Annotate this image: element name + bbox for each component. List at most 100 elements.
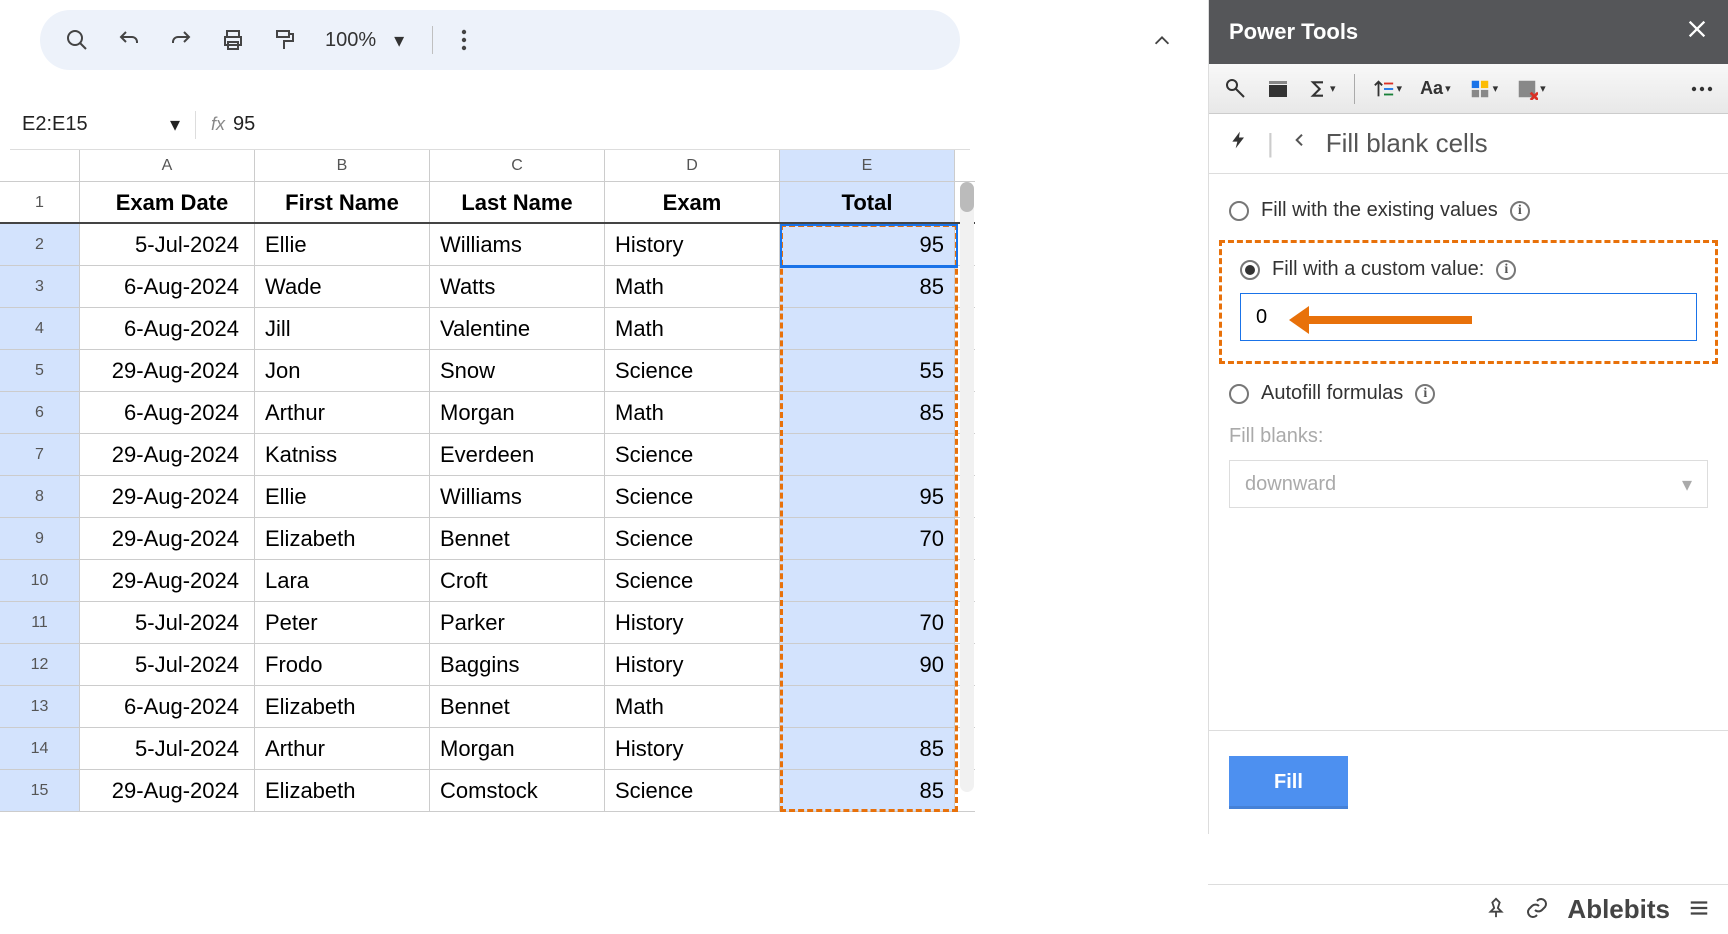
row-header[interactable]: 8 [0,476,80,517]
cell[interactable]: History [605,224,780,265]
row-header[interactable]: 6 [0,392,80,433]
cell[interactable]: Peter [255,602,430,643]
cell[interactable]: 90 [780,644,955,685]
cell[interactable]: History [605,644,780,685]
cell[interactable]: 29-Aug-2024 [80,434,255,475]
cell[interactable]: Everdeen [430,434,605,475]
cell[interactable]: 29-Aug-2024 [80,476,255,517]
cell[interactable]: Williams [430,476,605,517]
cell[interactable]: History [605,728,780,769]
link-icon[interactable] [1525,896,1549,923]
row-header[interactable]: 12 [0,644,80,685]
cell[interactable]: 5-Jul-2024 [80,644,255,685]
cell[interactable]: Comstock [430,770,605,811]
cell[interactable]: Math [605,266,780,307]
cell[interactable]: Croft [430,560,605,601]
cell[interactable]: 5-Jul-2024 [80,602,255,643]
cell[interactable]: Arthur [255,392,430,433]
cell[interactable]: Math [605,686,780,727]
cell[interactable]: 95 [780,224,955,265]
menu-icon[interactable] [1688,897,1710,922]
cell[interactable]: Exam Date [80,182,255,222]
cell[interactable]: 85 [780,266,955,307]
row-header[interactable]: 7 [0,434,80,475]
cell[interactable]: Williams [430,224,605,265]
tool-sum-icon[interactable]: ▾ [1308,79,1336,99]
row-header[interactable]: 11 [0,602,80,643]
pin-icon[interactable] [1485,897,1507,922]
row-header[interactable]: 9 [0,518,80,559]
fill-button[interactable]: Fill [1229,756,1348,809]
more-icon[interactable] [461,29,467,51]
cell[interactable]: Science [605,434,780,475]
print-icon[interactable] [221,28,245,52]
tool-more-icon[interactable] [1691,86,1713,92]
info-icon[interactable]: i [1415,384,1435,404]
col-header-c[interactable]: C [430,150,605,181]
paint-format-icon[interactable] [273,28,297,52]
row-header[interactable]: 3 [0,266,80,307]
cell[interactable]: Bennet [430,518,605,559]
row-header[interactable]: 1 [0,182,80,222]
cell[interactable]: Exam [605,182,780,222]
tool-key-icon[interactable] [1224,77,1248,101]
scrollbar-thumb[interactable] [960,182,974,212]
cell[interactable]: Parker [430,602,605,643]
col-header-a[interactable]: A [80,150,255,181]
radio-icon[interactable] [1229,384,1249,404]
cell[interactable]: Elizabeth [255,518,430,559]
cell[interactable]: 95 [780,476,955,517]
info-icon[interactable]: i [1496,260,1516,280]
info-icon[interactable]: i [1510,201,1530,221]
bolt-icon[interactable] [1229,127,1249,160]
cell[interactable]: Valentine [430,308,605,349]
fx-icon[interactable]: fx [211,114,225,135]
cell[interactable]: Science [605,350,780,391]
cell[interactable]: Math [605,392,780,433]
cell[interactable]: 6-Aug-2024 [80,308,255,349]
cell[interactable]: History [605,602,780,643]
collapse-toolbar-icon[interactable] [1151,30,1173,59]
undo-icon[interactable] [117,28,141,52]
cell[interactable] [780,308,955,349]
row-header[interactable]: 2 [0,224,80,265]
cell[interactable]: 6-Aug-2024 [80,686,255,727]
cell[interactable]: Katniss [255,434,430,475]
cell[interactable]: Wade [255,266,430,307]
direction-select[interactable]: downward ▾ [1229,460,1708,508]
cell[interactable]: Last Name [430,182,605,222]
cell[interactable]: Total [780,182,955,222]
cell[interactable]: 85 [780,392,955,433]
cell[interactable]: Math [605,308,780,349]
cell[interactable]: Ellie [255,476,430,517]
option-autofill-formulas[interactable]: Autofill formulas i [1229,382,1708,405]
cell[interactable]: 85 [780,728,955,769]
cell[interactable]: Science [605,518,780,559]
row-header[interactable]: 4 [0,308,80,349]
cell[interactable]: Lara [255,560,430,601]
cell[interactable]: Jill [255,308,430,349]
zoom-dropdown[interactable]: 100% ▾ [325,28,404,53]
col-header-d[interactable]: D [605,150,780,181]
cell[interactable]: 55 [780,350,955,391]
tool-text-icon[interactable]: Aa ▾ [1420,78,1451,99]
cell[interactable]: Frodo [255,644,430,685]
formula-value[interactable]: 95 [233,113,255,136]
cell[interactable]: 6-Aug-2024 [80,266,255,307]
cell[interactable]: 29-Aug-2024 [80,518,255,559]
cell[interactable]: Snow [430,350,605,391]
vertical-scrollbar[interactable] [960,182,974,792]
cell[interactable]: Elizabeth [255,686,430,727]
cell[interactable]: Ellie [255,224,430,265]
search-icon[interactable] [65,28,89,52]
row-header[interactable]: 14 [0,728,80,769]
cell[interactable]: Science [605,770,780,811]
tool-grid-icon[interactable]: ▾ [1469,78,1499,100]
cell[interactable]: First Name [255,182,430,222]
cell[interactable]: 29-Aug-2024 [80,770,255,811]
cell[interactable] [780,686,955,727]
close-icon[interactable] [1686,18,1708,46]
cell[interactable]: Watts [430,266,605,307]
cell[interactable]: Bennet [430,686,605,727]
radio-icon[interactable] [1240,260,1260,280]
